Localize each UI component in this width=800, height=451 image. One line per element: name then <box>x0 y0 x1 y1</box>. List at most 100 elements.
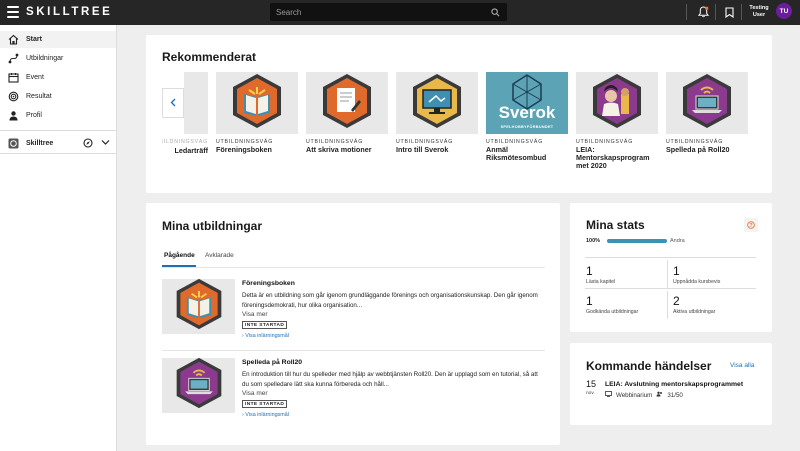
show-goals-link[interactable]: › Visa inlärningsmål <box>242 412 289 418</box>
search-icon[interactable] <box>488 7 502 17</box>
user-name[interactable]: Testing User <box>745 5 773 19</box>
recommended-tile[interactable] <box>666 72 748 134</box>
recommended-item-name: Ledarträff <box>174 146 208 155</box>
svg-text:?: ? <box>749 223 752 229</box>
course-title[interactable]: Spelleda på Roll20 <box>242 359 302 366</box>
show-more-link[interactable]: Visa mer <box>242 311 268 318</box>
stat-label: Lästa kapitel <box>586 279 616 285</box>
chevron-right-icon: › <box>242 333 244 339</box>
stats-divider <box>585 257 756 258</box>
progress-bar <box>607 239 667 243</box>
course-description: En introduktion till hur du spelleder me… <box>242 371 538 388</box>
status-badge: INTE STARTAD <box>242 400 288 408</box>
menu-icon[interactable] <box>7 6 19 18</box>
recommended-item-type: UTBILDNINGSVÄG <box>162 139 208 145</box>
progress-bar-fill <box>607 239 667 243</box>
recommended-tile[interactable] <box>306 72 388 134</box>
stat-label: Aktiva utbildningar <box>673 309 716 315</box>
chevron-left-icon <box>170 94 176 112</box>
stat-number: 1 <box>586 294 593 308</box>
topbar-divider <box>686 4 687 20</box>
recommended-item-name[interactable]: Föreningsboken <box>216 146 298 154</box>
sidebar-org-skilltree[interactable]: Skilltree <box>0 135 116 152</box>
course-description: Detta är en utbildning som går igenom gr… <box>242 292 538 309</box>
computer-screen-icon <box>409 72 465 135</box>
progress-percent: 100% <box>586 238 601 244</box>
brand-logo[interactable]: SKILLTREE <box>26 6 112 18</box>
recommended-tile[interactable] <box>216 72 298 134</box>
stat-number: 2 <box>673 294 680 308</box>
mentor-portrait-icon <box>589 72 645 135</box>
show-more-link[interactable]: Visa mer <box>242 390 268 397</box>
carousel-prev-button[interactable] <box>162 88 184 118</box>
course-thumbnail[interactable] <box>162 356 235 415</box>
attendees-icon <box>656 391 663 399</box>
bookmark-icon[interactable] <box>722 5 736 19</box>
recommended-item-name[interactable]: Intro till Sverok <box>396 146 478 154</box>
event-meta: Webbinarium 31/50 <box>605 391 683 399</box>
monitor-icon <box>605 391 612 399</box>
events-title: Kommande händelser <box>586 359 712 373</box>
open-book-icon <box>169 277 229 336</box>
stats-title: Mina stats <box>586 218 645 232</box>
laptop-wifi-icon <box>169 356 229 415</box>
stats-divider <box>667 291 668 319</box>
recommended-tile[interactable]: Sverok SPELHOBBYFÖRBUNDET <box>486 72 568 134</box>
sidebar-item-label: Profil <box>26 112 42 119</box>
event-title[interactable]: LEIA: Avslutning mentorskapsprogrammet <box>605 381 743 388</box>
sidebar-item-utbildningar[interactable]: Utbildningar <box>0 50 116 67</box>
avatar[interactable]: TU <box>776 3 792 19</box>
sidebar-org-label: Skilltree <box>26 140 54 147</box>
notification-bell-icon[interactable] <box>696 5 710 19</box>
show-goals-label: Visa inlärningsmål <box>245 333 289 339</box>
stats-divider <box>585 288 756 289</box>
course-thumbnail[interactable] <box>162 277 235 336</box>
recommended-item-name[interactable]: Anmäl Riksmötesombud <box>486 146 568 162</box>
course-divider <box>162 350 545 351</box>
home-icon <box>7 34 19 46</box>
see-all-link[interactable]: Visa alla <box>730 362 754 369</box>
sidebar-item-start[interactable]: Start <box>0 31 116 48</box>
tab-avklarade[interactable]: Avklarade <box>205 252 234 259</box>
sidebar-divider <box>0 153 116 154</box>
event-month: nov. <box>586 391 595 396</box>
route-icon <box>7 53 19 65</box>
recommended-tile-partial[interactable] <box>184 72 208 134</box>
chevron-down-icon[interactable] <box>101 139 110 148</box>
target-icon <box>7 91 19 103</box>
sidebar-divider <box>0 130 116 131</box>
search-box[interactable] <box>270 3 507 21</box>
top-bar: SKILLTREE Testing User TU <box>0 0 800 25</box>
laptop-wifi-icon <box>679 72 735 135</box>
stat-number: 1 <box>586 264 593 278</box>
help-button[interactable]: ? <box>744 218 758 232</box>
sverok-logo-subtext: SPELHOBBYFÖRBUNDET <box>500 125 554 129</box>
topbar-divider <box>715 4 716 20</box>
recommended-item-name[interactable]: Spelleda på Roll20 <box>666 146 748 154</box>
sidebar-item-label: Start <box>26 36 42 43</box>
stats-divider <box>667 260 668 288</box>
event-day: 15 <box>586 379 597 389</box>
recommended-tile[interactable] <box>576 72 658 134</box>
course-title[interactable]: Föreningsboken <box>242 280 295 287</box>
stat-number: 1 <box>673 264 680 278</box>
compass-icon[interactable] <box>83 138 93 150</box>
recommended-item-name[interactable]: Att skriva motioner <box>306 146 388 154</box>
tabs-divider <box>162 267 545 268</box>
help-circle-icon: ? <box>747 216 755 234</box>
recommended-item-name[interactable]: LEIA: Mentorskapsprogram met 2020 <box>576 146 658 170</box>
show-goals-link[interactable]: › Visa inlärningsmål <box>242 333 289 339</box>
search-input[interactable] <box>270 7 488 17</box>
calendar-icon <box>7 72 19 84</box>
recommended-tile[interactable] <box>396 72 478 134</box>
sidebar-item-resultat[interactable]: Resultat <box>0 88 116 105</box>
tab-pagaende[interactable]: Pågående <box>164 252 195 259</box>
recommended-partial-text: UTBILDNINGSVÄG Ledarträff <box>162 139 208 159</box>
open-book-icon <box>229 72 285 135</box>
skilltree-icon <box>7 138 19 150</box>
active-tab-indicator <box>162 265 196 267</box>
sidebar-item-label: Resultat <box>26 93 52 100</box>
event-type: Webbinarium <box>616 391 653 399</box>
sidebar-item-event[interactable]: Event <box>0 69 116 86</box>
sidebar-item-profil[interactable]: Profil <box>0 107 116 124</box>
